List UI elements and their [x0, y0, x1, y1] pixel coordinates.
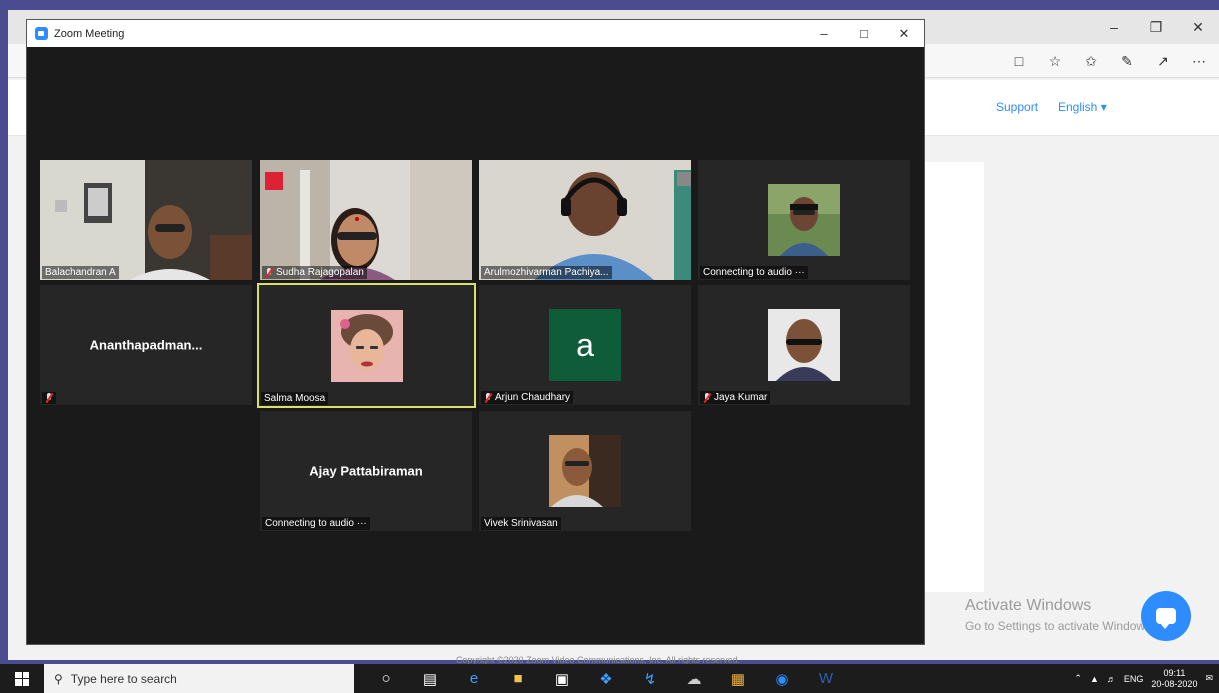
participant-name-label: Connecting to audio ··· — [700, 266, 808, 279]
participant-name-label: Vivek Srinivasan — [481, 517, 561, 530]
share-icon[interactable]: ↗ — [1147, 44, 1179, 78]
zoom-maximize-icon[interactable]: □ — [844, 20, 884, 47]
start-button[interactable] — [0, 664, 44, 693]
zoom-app-icon[interactable]: ◉ — [760, 664, 804, 693]
activate-title: Activate Windows — [965, 597, 1092, 614]
search-icon: ⚲ — [54, 671, 63, 686]
chat-bubble-button[interactable] — [1141, 591, 1191, 641]
participant-display-name: Ananthapadman... — [89, 337, 203, 353]
power-automate-icon[interactable]: ↯ — [628, 664, 672, 693]
search-placeholder: Type here to search — [70, 671, 177, 686]
notifications-icon[interactable]: ✉ — [1205, 673, 1213, 684]
participant-video — [40, 160, 252, 280]
participant-tile[interactable]: Sudha Rajagopalan — [260, 160, 472, 280]
participant-name-label: Salma Moosa — [261, 392, 329, 405]
show-hidden-icons-icon[interactable]: ⌃ — [1074, 673, 1082, 684]
clock-date: 20-08-2020 — [1151, 678, 1198, 689]
taskbar-search-box[interactable]: ⚲ Type here to search — [44, 664, 354, 693]
minimize-icon[interactable]: – — [1093, 10, 1135, 44]
onedrive-icon[interactable]: ☁ — [672, 664, 716, 693]
participant-name-label: Connecting to audio ··· — [262, 517, 370, 530]
word-app-icon[interactable]: W — [804, 664, 848, 693]
browser-window-controls: – ❐ ✕ — [1093, 10, 1219, 44]
activate-windows-watermark: Activate Windows Go to Settings to activ… — [965, 597, 1154, 633]
clock[interactable]: 09:11 20-08-2020 — [1151, 668, 1197, 690]
participant-tile[interactable]: Arulmozhivarman Pachiya... — [479, 160, 691, 280]
participant-tile[interactable]: Jaya Kumar — [698, 285, 910, 405]
more-icon[interactable]: ⋯ — [1183, 44, 1215, 78]
chat-icon — [1156, 608, 1176, 629]
participant-tile-active-speaker[interactable]: Salma Moosa — [257, 283, 476, 408]
muted-mic-icon — [484, 392, 492, 403]
participant-video — [479, 160, 691, 280]
zoom-window-controls: – □ ✕ — [804, 20, 924, 47]
participant-tile[interactable]: Connecting to audio ··· — [698, 160, 910, 280]
page-content-panel — [918, 162, 984, 592]
participant-initial-avatar: a — [549, 309, 621, 381]
store-icon[interactable]: ▣ — [540, 664, 584, 693]
close-icon[interactable]: ✕ — [1177, 10, 1219, 44]
system-tray: ⌃ ▲ ♬ ENG 09:11 20-08-2020 ✉ — [1074, 664, 1219, 693]
language-dropdown[interactable]: English ▾ — [1058, 100, 1107, 114]
participant-profile-photo — [768, 309, 840, 381]
clock-time: 09:11 — [1163, 667, 1186, 678]
pen-icon[interactable]: ✎ — [1111, 44, 1143, 78]
participant-tile[interactable]: Vivek Srinivasan — [479, 411, 691, 531]
network-icon[interactable]: ▲ — [1090, 674, 1099, 684]
participant-name-label — [42, 392, 56, 404]
muted-mic-icon — [265, 267, 273, 278]
activate-subtitle: Go to Settings to activate Windows. — [965, 619, 1155, 633]
zoom-logo-icon — [35, 27, 48, 40]
browser-toolbar-icons: □ ☆ ✩ ✎ ↗ ⋯ — [1003, 44, 1215, 78]
volume-icon[interactable]: ♬ — [1107, 674, 1116, 684]
favorite-star-icon[interactable]: ☆ — [1039, 44, 1071, 78]
support-link[interactable]: Support — [996, 100, 1038, 114]
windows-taskbar: ⚲ Type here to search ○ ▤ e ■ ▣ ❖ ↯ ☁ ▦ … — [0, 664, 1219, 693]
participant-name-label: Arulmozhivarman Pachiya... — [481, 266, 612, 279]
cortana-icon[interactable]: ○ — [364, 664, 408, 693]
zoom-titlebar: Zoom Meeting – □ ✕ — [27, 20, 924, 47]
participant-name-label: Arjun Chaudhary — [481, 391, 574, 404]
participant-video — [260, 160, 472, 280]
participant-name-label: Jaya Kumar — [700, 391, 771, 404]
muted-mic-icon — [703, 392, 711, 403]
taskbar-pinned-apps: ○ ▤ e ■ ▣ ❖ ↯ ☁ ▦ ◉ W — [364, 664, 848, 693]
sticky-notes-icon[interactable]: ▦ — [716, 664, 760, 693]
participant-tile[interactable]: Ananthapadman... — [40, 285, 252, 405]
muted-mic-icon — [45, 393, 53, 403]
participant-name-label: Balachandran A — [42, 266, 119, 279]
restore-icon[interactable]: ❐ — [1135, 10, 1177, 44]
zoom-meeting-window: Zoom Meeting – □ ✕ Balachandran A Sudha … — [26, 19, 925, 645]
participant-profile-photo — [330, 309, 403, 382]
windows-logo-icon — [15, 671, 29, 686]
zoom-window-title: Zoom Meeting — [54, 27, 125, 40]
participant-profile-photo — [768, 184, 840, 256]
participant-tile[interactable]: Balachandran A — [40, 160, 252, 280]
participant-tile[interactable]: a Arjun Chaudhary — [479, 285, 691, 405]
file-explorer-icon[interactable]: ■ — [496, 664, 540, 693]
favorites-icon[interactable]: ✩ — [1075, 44, 1107, 78]
participant-name-label: Sudha Rajagopalan — [262, 266, 367, 279]
edge-browser-icon[interactable]: e — [452, 664, 496, 693]
task-view-icon[interactable]: ▤ — [408, 664, 452, 693]
reading-view-icon[interactable]: □ — [1003, 44, 1035, 78]
dropbox-icon[interactable]: ❖ — [584, 664, 628, 693]
zoom-close-icon[interactable]: ✕ — [884, 20, 924, 47]
participant-tile[interactable]: Ajay Pattabiraman Connecting to audio ··… — [260, 411, 472, 531]
participant-profile-photo — [549, 435, 621, 507]
language-indicator[interactable]: ENG — [1124, 674, 1144, 684]
participant-display-name: Ajay Pattabiraman — [309, 463, 423, 479]
zoom-minimize-icon[interactable]: – — [804, 20, 844, 47]
